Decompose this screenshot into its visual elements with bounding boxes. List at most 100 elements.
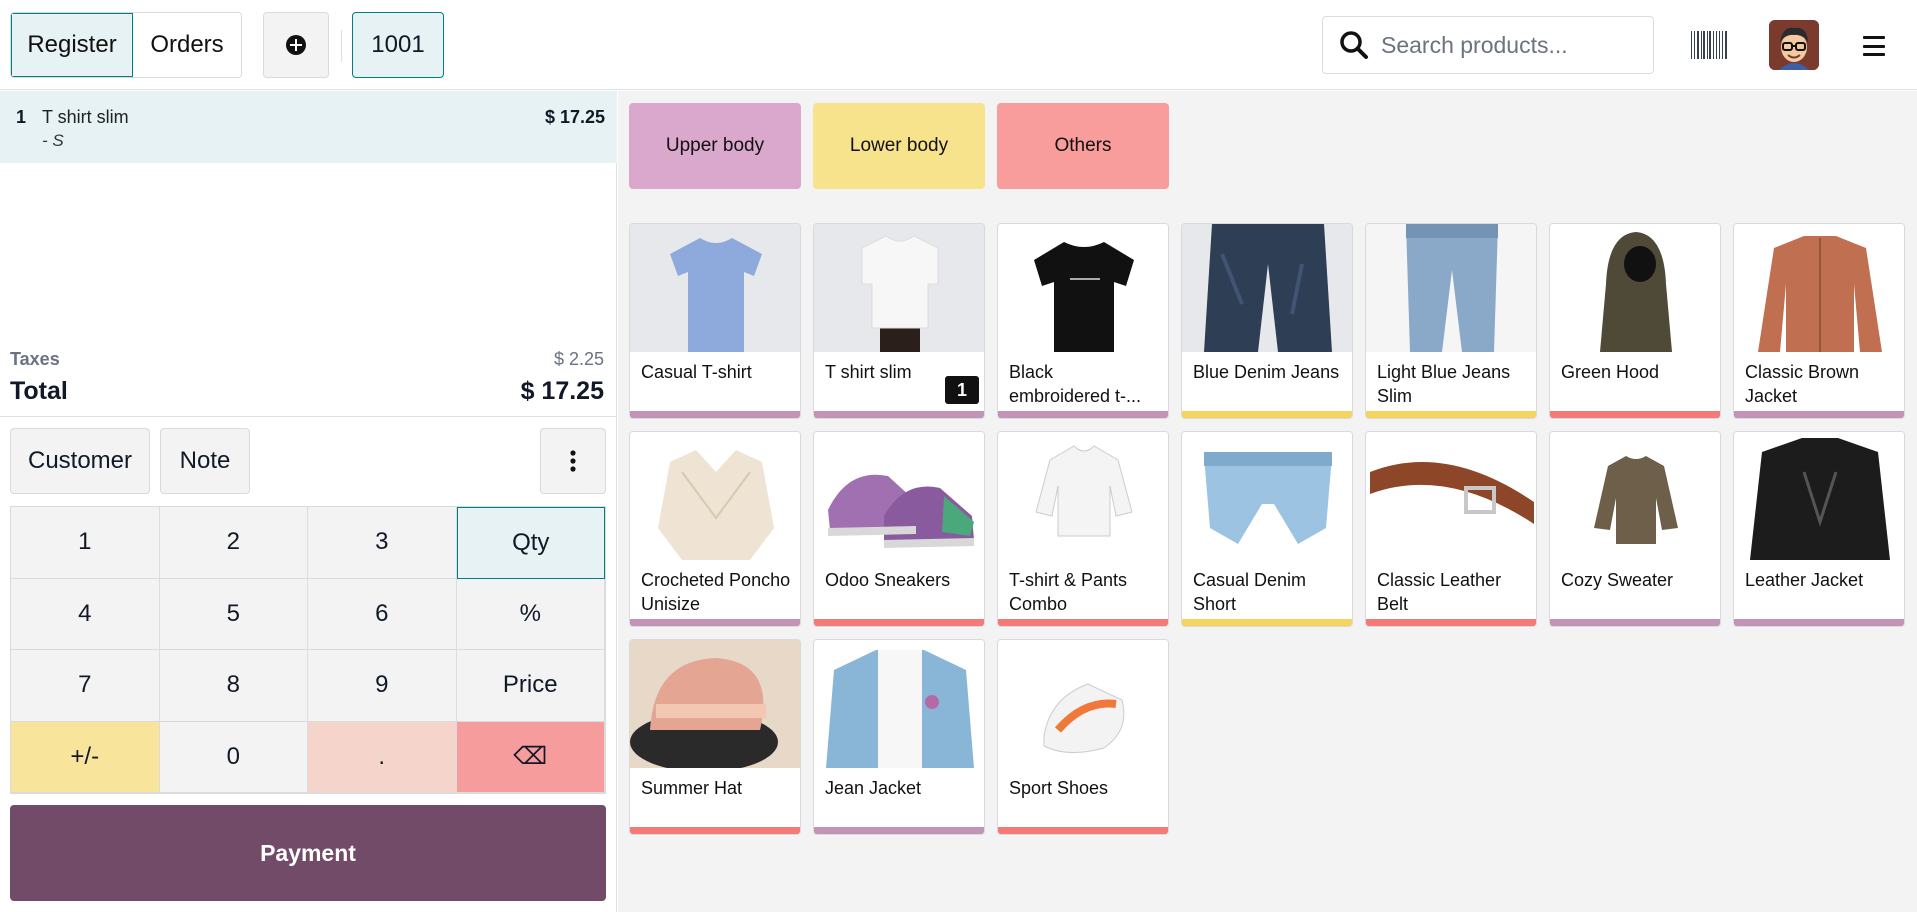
product-image <box>1182 224 1352 352</box>
product-area: Upper body Lower body Others Casual T-sh… <box>618 91 1917 912</box>
product-card[interactable]: T-shirt & Pants Combo <box>997 431 1169 627</box>
product-card[interactable]: Crocheted Poncho Unisize <box>629 431 801 627</box>
product-card[interactable]: Blue Denim Jeans <box>1181 223 1353 419</box>
product-image <box>630 640 800 772</box>
product-card[interactable]: Green Hood <box>1549 223 1721 419</box>
product-category-strip <box>1734 619 1904 626</box>
numpad-key-7[interactable]: 7 <box>11 650 160 722</box>
numpad-key-8[interactable]: 8 <box>159 650 308 722</box>
product-image <box>630 224 800 352</box>
numpad-sign-toggle[interactable]: +/- <box>11 721 160 793</box>
divider <box>0 416 617 417</box>
product-card[interactable]: Odoo Sneakers <box>813 431 985 627</box>
product-image <box>1366 432 1536 560</box>
product-category-strip <box>814 827 984 834</box>
product-card[interactable]: Leather Jacket <box>1733 431 1905 627</box>
numpad-backspace[interactable]: ⌫ <box>456 721 605 793</box>
product-card[interactable]: Sport Shoes <box>997 639 1169 835</box>
product-category-strip <box>1734 411 1904 418</box>
product-category-strip <box>814 411 984 418</box>
avatar-icon <box>1769 20 1819 70</box>
customer-button[interactable]: Customer <box>10 428 150 494</box>
product-qty-badge: 1 <box>945 376 979 404</box>
category-upper-body[interactable]: Upper body <box>629 103 801 189</box>
taxes-label: Taxes <box>10 349 60 369</box>
product-category-strip <box>998 619 1168 626</box>
numpad-key-0[interactable]: 0 <box>159 721 308 793</box>
order-line-price: $ 17.25 <box>544 107 605 127</box>
product-name: Odoo Sneakers <box>825 570 951 590</box>
menu-icon[interactable] <box>1863 36 1885 56</box>
current-order-tab[interactable]: 1001 <box>352 12 444 78</box>
product-name: Light Blue Jeans Slim <box>1377 362 1511 406</box>
register-tab[interactable]: Register <box>11 13 133 77</box>
product-name: Jean Jacket <box>825 778 922 798</box>
product-category-strip <box>1182 411 1352 418</box>
category-label: Upper body <box>665 135 765 156</box>
view-switcher: Register Orders <box>10 12 242 78</box>
product-name: T-shirt & Pants Combo <box>1009 570 1128 614</box>
numpad-discount-mode[interactable]: % <box>456 578 605 650</box>
search-input[interactable] <box>1381 31 1641 59</box>
product-category-strip <box>630 619 800 626</box>
product-image <box>1734 432 1904 560</box>
category-others[interactable]: Others <box>997 103 1169 189</box>
product-name: Sport Shoes <box>1009 778 1109 798</box>
product-image <box>998 432 1168 560</box>
product-image <box>630 432 800 560</box>
orders-tab[interactable]: Orders <box>133 13 241 77</box>
category-lower-body[interactable]: Lower body <box>813 103 985 189</box>
product-image <box>1550 224 1720 352</box>
product-name: Classic Brown Jacket <box>1745 362 1860 406</box>
numpad-qty-mode[interactable]: Qty <box>456 507 605 579</box>
product-name: Cozy Sweater <box>1561 570 1674 590</box>
product-category-strip <box>630 411 800 418</box>
product-card[interactable]: Jean Jacket <box>813 639 985 835</box>
product-image <box>1550 432 1720 560</box>
product-card[interactable]: Light Blue Jeans Slim <box>1365 223 1537 419</box>
numpad-decimal[interactable]: . <box>308 721 457 793</box>
note-button[interactable]: Note <box>160 428 250 494</box>
total-value: $ 17.25 <box>520 377 604 405</box>
toolbar-separator <box>341 30 342 62</box>
numpad-key-4[interactable]: 4 <box>11 578 160 650</box>
product-image <box>1182 432 1352 560</box>
numpad-key-9[interactable]: 9 <box>308 650 457 722</box>
product-category-strip <box>998 827 1168 834</box>
product-card[interactable]: Casual Denim Short <box>1181 431 1353 627</box>
product-image <box>814 224 984 352</box>
more-actions-button[interactable] <box>540 428 606 494</box>
product-search[interactable] <box>1322 16 1654 74</box>
product-card[interactable]: Cozy Sweater <box>1549 431 1721 627</box>
numpad-key-5[interactable]: 5 <box>159 578 308 650</box>
search-icon <box>1340 31 1368 59</box>
product-card[interactable]: Summer Hat <box>629 639 801 835</box>
barcode-icon[interactable] <box>1691 31 1727 59</box>
numpad-key-2[interactable]: 2 <box>159 507 308 579</box>
product-category-strip <box>1550 619 1720 626</box>
order-line-variant: - S <box>42 131 64 150</box>
product-category-strip <box>1182 619 1352 626</box>
product-image <box>1366 224 1536 352</box>
product-image <box>814 640 984 768</box>
product-card[interactable]: Classic Leather Belt <box>1365 431 1537 627</box>
numpad-price-mode[interactable]: Price <box>456 650 605 722</box>
top-bar: Register Orders 1001 <box>0 0 1917 90</box>
product-category-strip <box>998 411 1168 418</box>
product-card[interactable]: Casual T-shirt <box>629 223 801 419</box>
product-category-strip <box>1550 411 1720 418</box>
numpad-key-1[interactable]: 1 <box>11 507 160 579</box>
numpad-key-3[interactable]: 3 <box>308 507 457 579</box>
order-line[interactable]: 1 T shirt slim - S $ 17.25 <box>0 91 617 163</box>
product-name: Summer Hat <box>641 778 743 798</box>
numpad-key-6[interactable]: 6 <box>308 578 457 650</box>
product-name: Blue Denim Jeans <box>1193 362 1340 382</box>
new-order-button[interactable] <box>263 12 329 78</box>
product-image <box>814 432 984 560</box>
user-avatar[interactable] <box>1769 20 1819 70</box>
category-label: Others <box>1054 135 1112 156</box>
product-card[interactable]: T shirt slim 1 <box>813 223 985 419</box>
payment-button[interactable]: Payment <box>10 805 606 901</box>
product-card[interactable]: Black embroidered t-... <box>997 223 1169 419</box>
product-card[interactable]: Classic Brown Jacket <box>1733 223 1905 419</box>
